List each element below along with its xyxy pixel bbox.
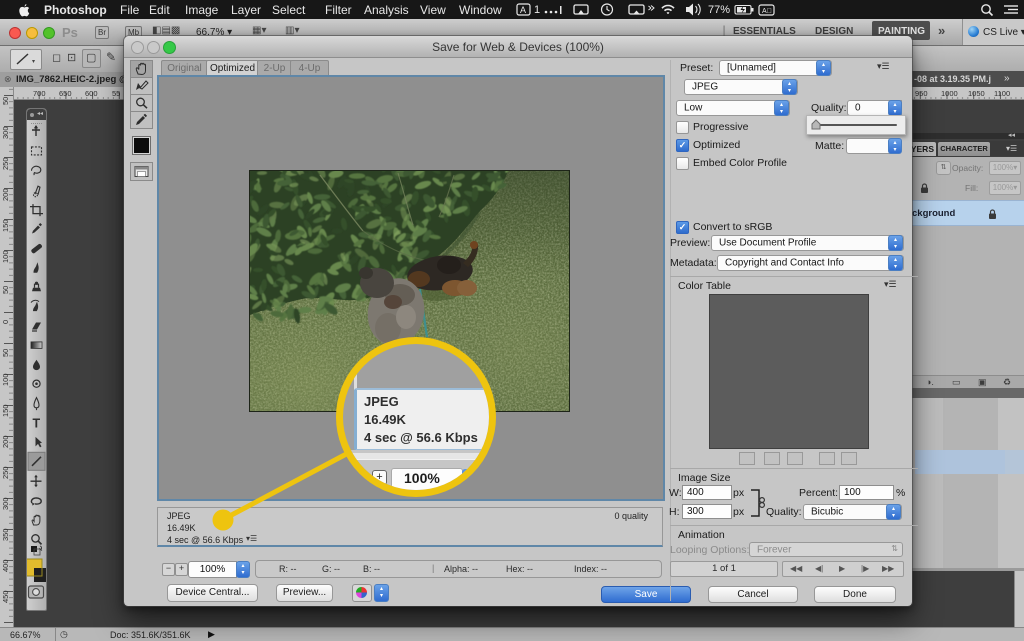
svg-text:▾: ▾	[32, 59, 35, 65]
svg-text:200: 200	[1, 188, 10, 201]
svg-text:950: 950	[915, 89, 928, 98]
svg-text:150: 150	[1, 404, 10, 417]
svg-text:150: 150	[1, 219, 10, 232]
svg-text:1: 1	[534, 4, 540, 16]
svg-text:1000: 1000	[941, 89, 958, 98]
svg-text:700: 700	[33, 89, 46, 98]
svg-text:1100: 1100	[994, 89, 1010, 98]
svg-text:200: 200	[1, 435, 10, 448]
svg-text:300: 300	[1, 497, 10, 510]
svg-text:T: T	[33, 417, 41, 431]
svg-text:450: 450	[1, 590, 10, 603]
svg-text:650: 650	[59, 89, 72, 98]
svg-text:50: 50	[1, 349, 10, 357]
svg-text:600: 600	[85, 89, 98, 98]
svg-text:300: 300	[1, 126, 10, 139]
svg-text:55: 55	[112, 89, 120, 98]
svg-text:250: 250	[1, 157, 10, 170]
svg-text:100: 100	[1, 373, 10, 386]
svg-text:50: 50	[1, 286, 10, 294]
svg-text:77%: 77%	[708, 4, 730, 16]
svg-text:A: A	[520, 5, 526, 15]
svg-text:250: 250	[1, 466, 10, 479]
svg-text:400: 400	[1, 559, 10, 572]
svg-text:100: 100	[1, 250, 10, 263]
svg-text:0: 0	[1, 320, 10, 324]
svg-text:350: 350	[1, 528, 10, 541]
svg-text:50: 50	[1, 97, 10, 105]
svg-text:A⃒: A⃒	[762, 8, 772, 15]
svg-text:1050: 1050	[968, 89, 985, 98]
